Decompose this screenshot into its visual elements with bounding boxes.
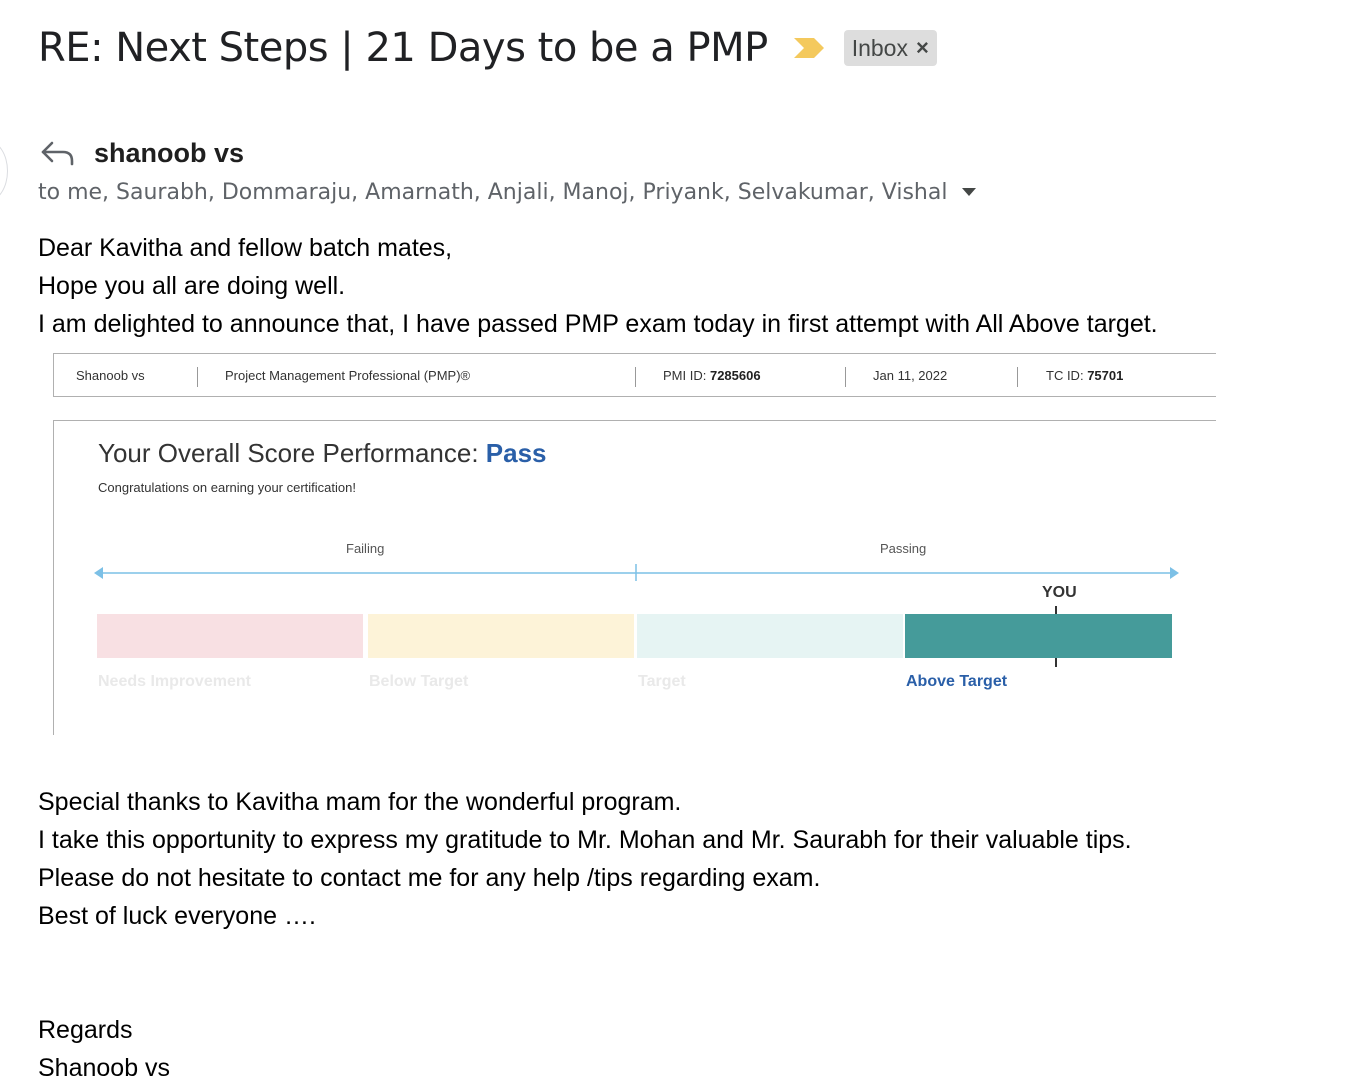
label-chip-inbox[interactable]: Inbox × [843,30,937,66]
email-subject: RE: Next Steps | 21 Days to be a PMP [38,25,768,71]
recipients-list: to me, Saurabh, Dommaraju, Amarnath, Anj… [38,179,948,205]
sender-row: shanoob vs [38,136,244,170]
band-target [637,614,903,658]
divider [1017,367,1018,387]
signature: Regards Shanoob vs [38,1011,170,1087]
band-needs-improvement [97,614,363,658]
reply-icon[interactable] [38,138,78,168]
body-line: Dear Kavitha and fellow batch mates, [38,234,453,262]
tc-id-value: 75701 [1087,368,1124,383]
band-label-target: Target [638,673,686,690]
avatar [0,140,8,202]
score-report-image: Shanoob vs Project Management Profession… [53,353,1216,735]
you-marker-tick [1055,658,1057,667]
score-title-prefix: Your Overall Score Performance: [98,438,479,468]
signoff-name: Shanoob vs [38,1054,171,1082]
congrats-text: Congratulations on earning your certific… [98,480,356,495]
sender-name[interactable]: shanoob vs [94,138,244,169]
body-line: Hope you all are doing well. [38,272,346,300]
report-info-bar: Shanoob vs Project Management Profession… [53,353,1216,397]
importance-marker-icon[interactable] [792,36,826,60]
body-outro: Special thanks to Kavitha mam for the wo… [38,783,1132,935]
chevron-down-icon[interactable] [961,187,977,197]
remove-label-icon[interactable]: × [916,35,929,61]
you-marker-label: YOU [1042,584,1077,601]
band-label-needs-improvement: Needs Improvement [98,673,251,690]
score-panel: Your Overall Score Performance: Pass Con… [53,420,1216,735]
score-title: Your Overall Score Performance: Pass [98,438,547,469]
pmi-id-label: PMI ID: [663,368,707,383]
body-line: Best of luck everyone …. [38,902,316,930]
body-intro: Dear Kavitha and fellow batch mates, Hop… [38,229,1158,343]
subject-row: RE: Next Steps | 21 Days to be a PMP Inb… [38,20,937,76]
divider [197,367,198,387]
passing-label: Passing [880,541,927,556]
band-below-target [368,614,634,658]
exam-date: Jan 11, 2022 [873,368,948,383]
tc-id-label: TC ID: [1046,368,1084,383]
divider [845,367,846,387]
body-line: Please do not hesitate to contact me for… [38,864,821,892]
body-line: I take this opportunity to express my gr… [38,826,1132,854]
band-label-below-target: Below Target [369,673,469,690]
recipients-row: to me, Saurabh, Dommaraju, Amarnath, Anj… [38,176,977,208]
tc-id: TC ID: 75701 [1046,368,1123,383]
signoff-line: Regards [38,1016,133,1044]
pmi-id-value: 7285606 [709,368,761,383]
scale-axis [94,564,1179,581]
score-result: Pass [485,438,547,468]
band-label-above-target: Above Target [906,673,1008,690]
divider [635,367,636,387]
pmi-id: PMI ID: 7285606 [663,368,761,383]
you-marker-tick [1055,606,1057,614]
candidate-name: Shanoob vs [76,368,145,383]
body-line: I am delighted to announce that, I have … [38,310,1158,338]
failing-label: Failing [346,541,385,556]
band-above-target [905,614,1172,658]
certification-name: Project Management Professional (PMP)® [225,368,471,383]
body-line: Special thanks to Kavitha mam for the wo… [38,788,682,816]
label-chip-text: Inbox [851,34,908,61]
